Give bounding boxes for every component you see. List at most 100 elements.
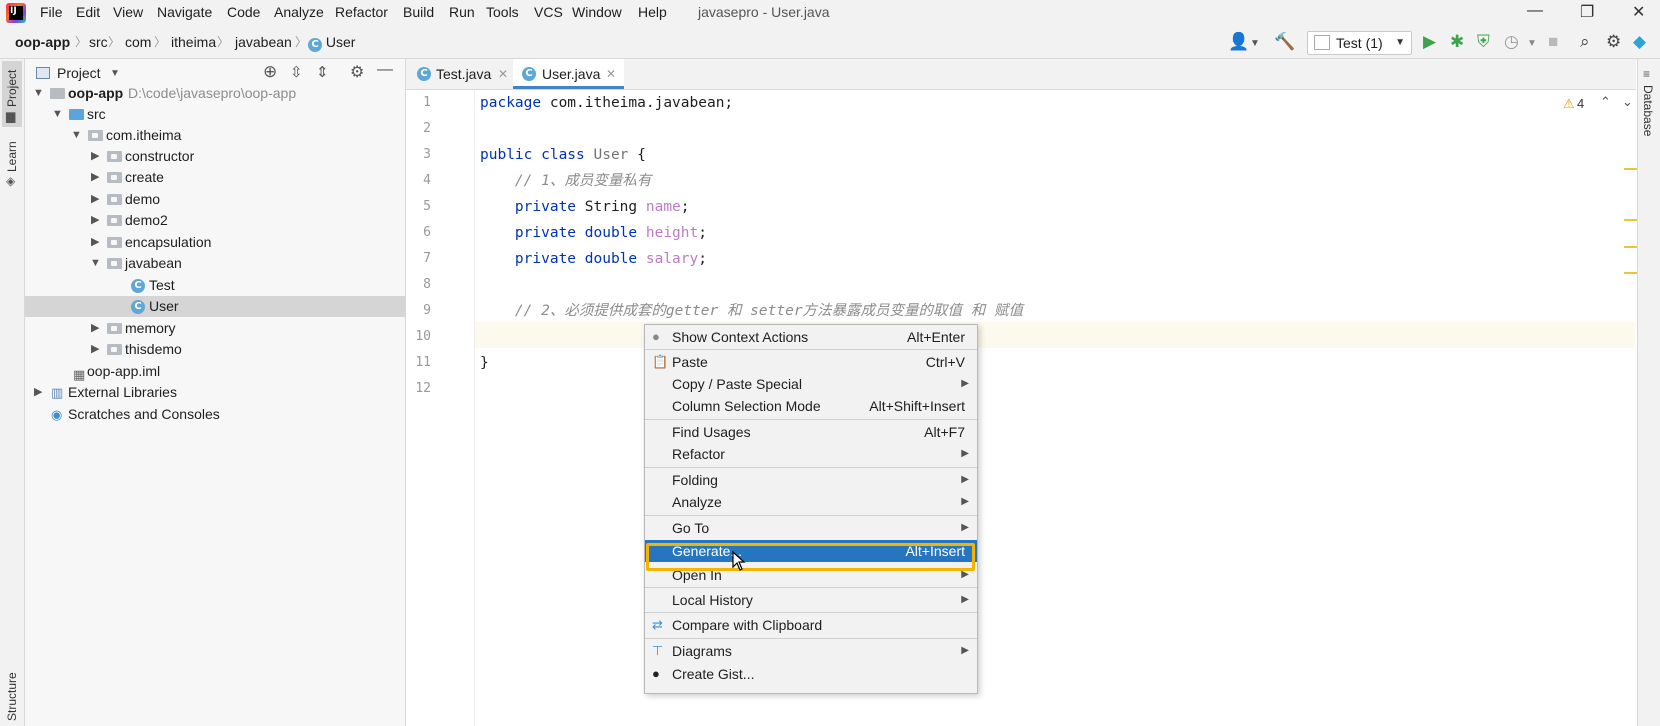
menu-build[interactable]: Build — [403, 4, 434, 20]
tab-test-java[interactable]: C Test.java ✕ — [406, 59, 512, 89]
chevron-down-icon[interactable]: ▼ — [1250, 38, 1260, 49]
tree-item-com-itheima[interactable]: ▼ com.itheima — [25, 125, 405, 146]
tree-item-thisdemo[interactable]: ▶ thisdemo — [25, 339, 405, 360]
menu-window[interactable]: Window — [572, 4, 622, 20]
chevron-right-icon[interactable]: ▶ — [91, 339, 99, 360]
breadcrumb-com[interactable]: com — [125, 34, 151, 50]
menu-item-analyze[interactable]: Analyze ▶ — [645, 491, 977, 513]
warning-count[interactable]: 4 — [1577, 96, 1584, 111]
tree-item-scratches[interactable]: ◉ Scratches and Consoles — [25, 404, 405, 425]
chevron-down-icon[interactable]: ▼ — [90, 253, 101, 274]
chevron-down-icon[interactable]: ▼ — [52, 104, 63, 125]
tree-item-memory[interactable]: ▶ memory — [25, 318, 405, 339]
build-hammer-icon[interactable]: 🔨 — [1274, 32, 1295, 52]
run-icon[interactable]: ▶ — [1423, 32, 1436, 52]
breadcrumb-itheima[interactable]: itheima — [171, 34, 216, 50]
warning-stripe-mark[interactable] — [1624, 246, 1638, 248]
tree-item-demo2[interactable]: ▶ demo2 — [25, 210, 405, 231]
stop-icon[interactable]: ■ — [1548, 32, 1558, 52]
tree-item-user[interactable]: C User — [25, 296, 405, 317]
debug-icon[interactable]: ✱ — [1450, 32, 1464, 52]
menu-item-folding[interactable]: Folding ▶ — [645, 469, 977, 491]
tool-window-database-label[interactable]: Database — [1641, 85, 1655, 136]
code-line-3[interactable]: public class User { — [480, 142, 646, 168]
chevron-down-icon[interactable]: ▼ — [110, 68, 120, 79]
locate-icon[interactable]: ⊕ — [263, 62, 277, 82]
chevron-down-icon[interactable]: ▼ — [33, 83, 44, 104]
settings-icon[interactable]: ⚙ — [1606, 32, 1621, 52]
warning-icon[interactable]: ⚠ — [1563, 96, 1575, 112]
menu-view[interactable]: View — [113, 4, 143, 20]
close-tab-icon[interactable]: ✕ — [498, 59, 508, 89]
previous-highlight-icon[interactable]: ⌃ — [1600, 94, 1611, 110]
menu-item-copy-paste-special[interactable]: Copy / Paste Special ▶ — [645, 373, 977, 395]
warning-stripe-mark[interactable] — [1624, 168, 1638, 170]
profile-icon[interactable]: ◷ — [1504, 32, 1519, 52]
code-line-4[interactable]: // 1、成员变量私有 — [480, 168, 651, 194]
chevron-right-icon[interactable]: ▶ — [91, 189, 99, 210]
breadcrumb-user[interactable]: C User — [308, 34, 355, 52]
menu-refactor[interactable]: Refactor — [335, 4, 388, 20]
code-line-11[interactable]: } — [480, 350, 489, 376]
menu-vcs[interactable]: VCS — [534, 4, 563, 20]
tool-window-structure-label[interactable]: Structure — [5, 672, 19, 721]
plugin-icon[interactable]: ◆ — [1633, 32, 1646, 52]
project-panel-title[interactable]: Project — [57, 65, 101, 81]
tool-window-learn-label[interactable]: Learn — [5, 141, 19, 172]
tree-item-demo[interactable]: ▶ demo — [25, 189, 405, 210]
code-line-1[interactable]: package com.itheima.javabean; — [480, 90, 733, 116]
coverage-icon[interactable]: ⛨ — [1477, 32, 1490, 52]
menu-edit[interactable]: Edit — [76, 4, 100, 20]
breadcrumb-src[interactable]: src — [89, 34, 108, 50]
warning-stripe-mark[interactable] — [1624, 272, 1638, 274]
tree-item-root[interactable]: ▼ oop-app D:\code\javasepro\oop-app — [25, 83, 405, 104]
tree-item-test[interactable]: C Test — [25, 275, 405, 296]
chevron-right-icon[interactable]: ▶ — [91, 210, 99, 231]
minimize-icon[interactable]: — — [1527, 2, 1543, 20]
tree-item-src[interactable]: ▼ src — [25, 104, 405, 125]
menu-tools[interactable]: Tools — [486, 4, 519, 20]
run-configuration-select[interactable]: Test (1) ▼ — [1307, 31, 1412, 55]
warning-stripe-mark[interactable] — [1624, 219, 1638, 221]
menu-run[interactable]: Run — [449, 4, 475, 20]
code-line-9[interactable]: // 2、必须提供成套的getter 和 setter方法暴露成员变量的取值 和… — [480, 298, 1023, 324]
user-icon[interactable]: 👤 — [1228, 32, 1249, 52]
menu-item-refactor[interactable]: Refactor ▶ — [645, 443, 977, 465]
chevron-down-icon[interactable]: ▼ — [1527, 38, 1537, 49]
tree-item-create[interactable]: ▶ create — [25, 167, 405, 188]
restore-icon[interactable]: ❐ — [1580, 2, 1594, 22]
menu-item-show-context-actions[interactable]: ● Show Context Actions Alt+Enter — [645, 326, 977, 348]
menu-item-paste[interactable]: 📋 Paste Ctrl+V — [645, 351, 977, 373]
gear-icon[interactable]: ⚙ — [350, 62, 364, 82]
expand-all-icon[interactable]: ⇳ — [290, 63, 303, 81]
breadcrumb-javabean[interactable]: javabean — [235, 34, 292, 50]
menu-file[interactable]: File — [40, 4, 63, 20]
menu-navigate[interactable]: Navigate — [157, 4, 212, 20]
menu-code[interactable]: Code — [227, 4, 260, 20]
close-tab-icon[interactable]: ✕ — [606, 59, 616, 89]
menu-item-compare-with-clipboard[interactable]: ⇄ Compare with Clipboard — [645, 614, 977, 636]
tree-item-encapsulation[interactable]: ▶ encapsulation — [25, 232, 405, 253]
chevron-right-icon[interactable]: ▶ — [91, 167, 99, 188]
tool-window-project-label[interactable]: Project — [5, 70, 19, 107]
collapse-all-icon[interactable]: ⇕ — [316, 63, 329, 81]
tab-user-java[interactable]: C User.java ✕ — [513, 59, 624, 89]
menu-item-find-usages[interactable]: Find Usages Alt+F7 — [645, 421, 977, 443]
next-highlight-icon[interactable]: ⌄ — [1622, 94, 1633, 110]
menu-analyze[interactable]: Analyze — [274, 4, 324, 20]
chevron-right-icon[interactable]: ▶ — [34, 382, 42, 403]
menu-item-column-selection-mode[interactable]: Column Selection Mode Alt+Shift+Insert — [645, 395, 977, 417]
menu-item-go-to[interactable]: Go To ▶ — [645, 517, 977, 539]
menu-item-create-gist[interactable]: ● Create Gist... — [645, 663, 977, 685]
code-line-7[interactable]: private double salary; — [480, 246, 707, 272]
chevron-down-icon[interactable]: ▼ — [71, 125, 82, 146]
code-line-5[interactable]: private String name; — [480, 194, 690, 220]
chevron-right-icon[interactable]: ▶ — [91, 318, 99, 339]
hide-panel-icon[interactable]: — — [377, 61, 393, 79]
tree-item-external-libraries[interactable]: ▶ ▥ External Libraries — [25, 382, 405, 403]
menu-item-diagrams[interactable]: ⊤ Diagrams ▶ — [645, 640, 977, 662]
code-line-6[interactable]: private double height; — [480, 220, 707, 246]
search-icon[interactable]: ⌕ — [1580, 32, 1590, 52]
menu-item-local-history[interactable]: Local History ▶ — [645, 589, 977, 611]
chevron-right-icon[interactable]: ▶ — [91, 146, 99, 167]
